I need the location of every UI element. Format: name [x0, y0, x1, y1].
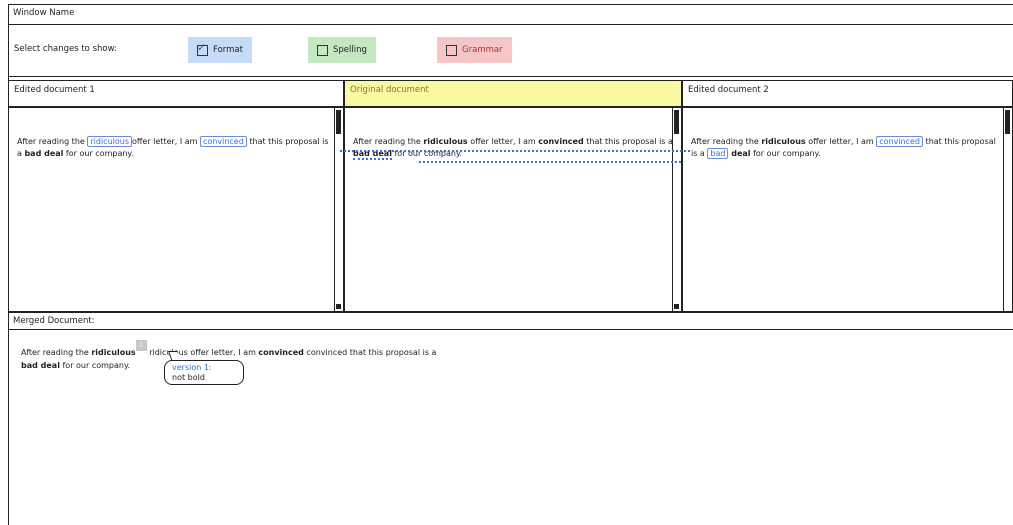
edited-document-2-title: Edited document 2: [688, 85, 769, 95]
change-marker[interactable]: convinced: [876, 136, 924, 147]
edited-document-1-title: Edited document 1: [14, 85, 95, 95]
change-filter-toolbar: Select changes to show: ✓ Format Spellin…: [8, 25, 1013, 77]
scroll-thumb[interactable]: [336, 110, 341, 134]
window-title: Window Name: [13, 8, 75, 18]
checkbox-checked-icon: ✓: [197, 40, 208, 56]
original-document-header: Original document: [344, 80, 682, 107]
edited-document-2-pane[interactable]: After reading the ridiculous offer lette…: [682, 107, 1013, 312]
change-marker[interactable]: ridiculous: [87, 136, 132, 147]
bubble-note: not bold: [172, 373, 205, 382]
vertical-scrollbar[interactable]: [334, 108, 343, 311]
vertical-scrollbar[interactable]: [1003, 108, 1012, 311]
scroll-thumb[interactable]: [1005, 110, 1010, 134]
merged-document-pane[interactable]: After reading the ridiculous1 ridiculous…: [8, 330, 1013, 525]
edited-document-1-pane[interactable]: After reading the ridiculous offer letter…: [8, 107, 344, 312]
scroll-down-arrow-icon[interactable]: [336, 304, 341, 309]
format-filter-checkbox[interactable]: ✓ Format: [188, 37, 252, 63]
grammar-filter-checkbox[interactable]: Grammar: [437, 37, 512, 63]
change-marker[interactable]: convinced: [200, 136, 247, 147]
spelling-filter-label: Spelling: [333, 45, 367, 55]
version-comment-bubble[interactable]: version 1: not bold: [164, 360, 244, 385]
change-connector-line: [419, 161, 681, 163]
format-filter-label: Format: [213, 45, 243, 55]
bubble-version-label: version 1:: [172, 363, 212, 372]
spelling-filter-checkbox[interactable]: Spelling: [308, 37, 376, 63]
scroll-down-arrow-icon[interactable]: [674, 304, 679, 309]
checkbox-unchecked-icon: [317, 44, 328, 56]
edited-document-1-header: Edited document 1: [8, 80, 344, 107]
scroll-thumb[interactable]: [674, 110, 679, 134]
comment-marker-icon[interactable]: 1: [135, 340, 147, 351]
merged-document-header: Merged Document:: [8, 312, 1013, 330]
filter-label: Select changes to show:: [14, 44, 117, 54]
change-marker[interactable]: bad: [707, 148, 729, 159]
vertical-scrollbar[interactable]: [672, 108, 681, 311]
grammar-filter-label: Grammar: [462, 45, 503, 55]
edited-document-2-header: Edited document 2: [682, 80, 1013, 107]
checkbox-unchecked-icon: [446, 44, 457, 56]
window-title-bar: Window Name: [8, 4, 1013, 25]
original-document-title: Original document: [350, 85, 429, 95]
change-connector-line: [340, 150, 690, 152]
merged-document-title: Merged Document:: [13, 316, 95, 326]
original-document-pane[interactable]: After reading the ridiculous offer lette…: [344, 107, 682, 312]
